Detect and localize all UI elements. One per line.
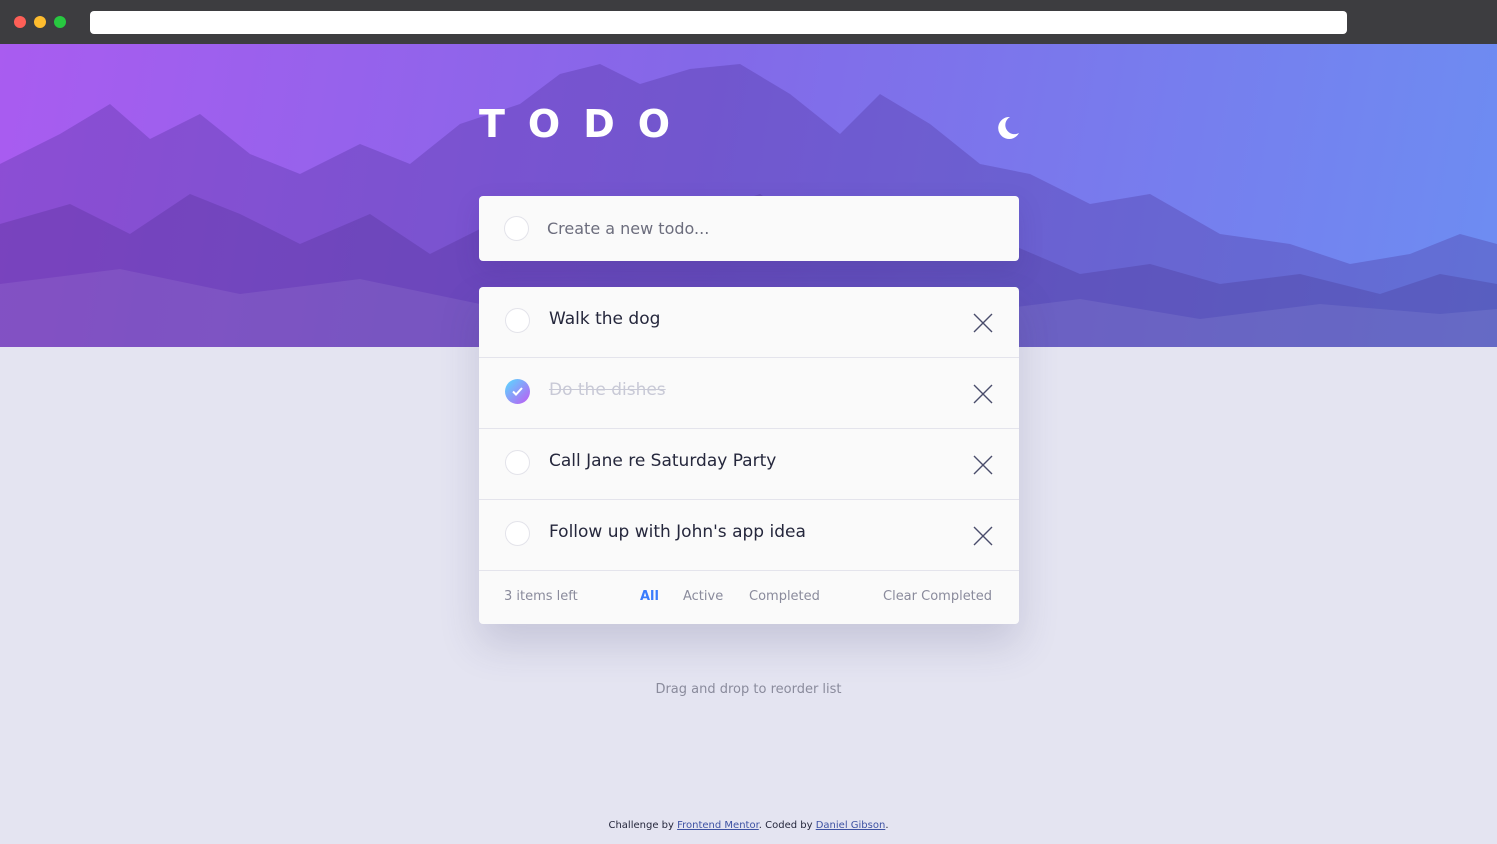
minimize-window-button[interactable] (34, 16, 46, 28)
delete-icon[interactable] (973, 455, 993, 475)
todo-list: Walk the dog Do the dishes Call Jane re … (479, 287, 1019, 624)
delete-icon[interactable] (973, 313, 993, 333)
app-title: TODO (479, 102, 694, 146)
list-footer: 3 items left All Active Completed Clear … (479, 571, 1019, 624)
todo-checkbox[interactable] (505, 308, 530, 333)
attribution-suffix: . (885, 820, 889, 831)
items-left-count: 3 items left (504, 589, 578, 604)
new-todo-checkbox[interactable] (504, 216, 529, 241)
close-window-button[interactable] (14, 16, 26, 28)
todo-checkbox[interactable] (505, 450, 530, 475)
todo-text: Follow up with John's app idea (549, 522, 806, 542)
todo-item[interactable]: Do the dishes (479, 358, 1019, 429)
todo-text: Call Jane re Saturday Party (549, 451, 777, 471)
new-todo-card (479, 196, 1019, 261)
todo-text: Do the dishes (549, 380, 666, 400)
browser-chrome (0, 0, 1497, 44)
filter-all[interactable]: All (640, 589, 659, 604)
author-link[interactable]: Daniel Gibson (816, 820, 886, 831)
attribution-middle: . Coded by (758, 820, 816, 831)
todo-checkbox-checked[interactable] (505, 379, 530, 404)
filter-completed[interactable]: Completed (749, 589, 820, 604)
attribution-prefix: Challenge by (608, 820, 678, 831)
delete-icon[interactable] (973, 384, 993, 404)
moon-icon[interactable] (992, 112, 1024, 144)
address-bar[interactable] (90, 11, 1347, 34)
todo-item[interactable]: Walk the dog (479, 287, 1019, 358)
filter-active[interactable]: Active (683, 589, 723, 604)
new-todo-input[interactable] (547, 212, 987, 244)
todo-text: Walk the dog (549, 309, 661, 329)
todo-checkbox[interactable] (505, 521, 530, 546)
todo-item[interactable]: Follow up with John's app idea (479, 500, 1019, 571)
attribution: Challenge by Frontend Mentor. Coded by D… (0, 820, 1497, 831)
clear-completed-button[interactable]: Clear Completed (883, 589, 992, 604)
todo-item[interactable]: Call Jane re Saturday Party (479, 429, 1019, 500)
frontend-mentor-link[interactable]: Frontend Mentor (677, 820, 759, 831)
drag-hint: Drag and drop to reorder list (655, 682, 842, 697)
maximize-window-button[interactable] (54, 16, 66, 28)
delete-icon[interactable] (973, 526, 993, 546)
check-icon (512, 387, 523, 396)
